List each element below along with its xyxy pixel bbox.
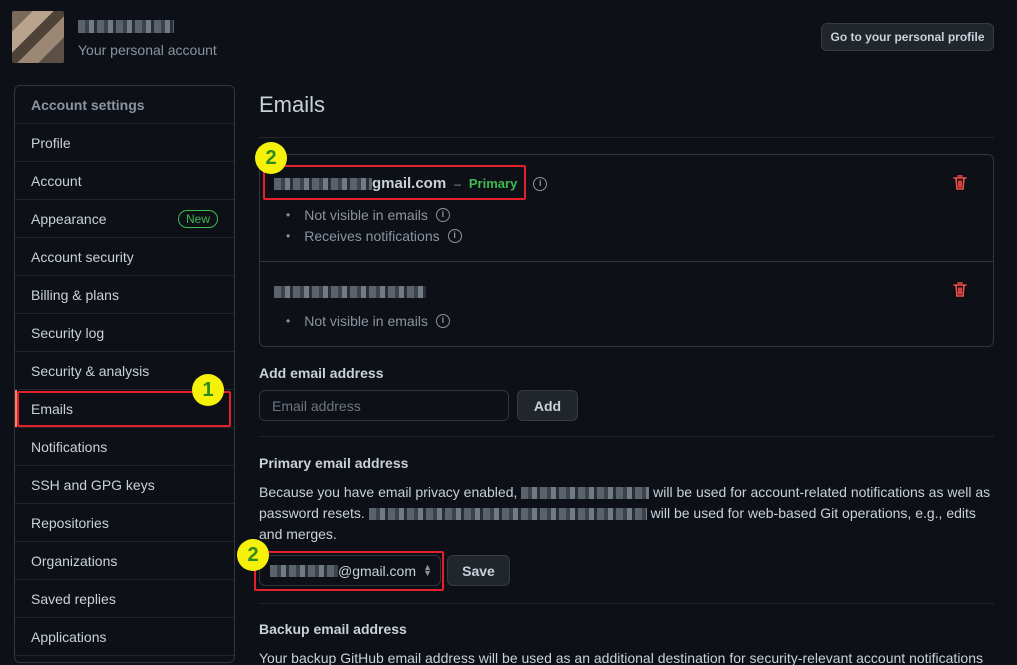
backup-email-label: Backup email address xyxy=(259,621,407,637)
list-item: Not visible in emailsi xyxy=(286,310,450,331)
sidebar-item-organizations[interactable]: Organizations xyxy=(15,542,234,580)
save-button[interactable]: Save xyxy=(447,555,510,586)
redacted-text xyxy=(368,508,647,521)
info-icon[interactable]: i xyxy=(447,228,462,243)
info-icon[interactable]: i xyxy=(435,207,450,222)
sidebar-item-ssh-gpg-keys[interactable]: SSH and GPG keys xyxy=(15,466,234,504)
list-item: Receives notificationsi xyxy=(286,225,462,246)
annotation-highlight-select xyxy=(254,551,444,591)
primary-email-label: Primary email address xyxy=(259,455,409,471)
trash-icon[interactable] xyxy=(953,282,967,298)
page-title: Emails xyxy=(259,92,326,117)
info-icon[interactable]: i xyxy=(533,176,548,191)
annotation-step-badge: 2 xyxy=(255,142,287,174)
sidebar-item-security-log[interactable]: Security log xyxy=(15,314,234,352)
account-subtitle: Your personal account xyxy=(78,42,217,58)
annotation-highlight-primary-email xyxy=(263,165,526,200)
sidebar-item-account[interactable]: Account xyxy=(15,162,234,200)
sidebar-item-billing[interactable]: Billing & plans xyxy=(15,276,234,314)
annotation-step-badge: 1 xyxy=(192,374,224,406)
email-input[interactable] xyxy=(259,390,509,421)
annotation-step-badge: 2 xyxy=(237,539,269,571)
sidebar-item-repositories[interactable]: Repositories xyxy=(15,504,234,542)
primary-email-description: Because you have email privacy enabled, … xyxy=(259,484,991,542)
backup-email-description: Your backup GitHub email address will be… xyxy=(259,650,984,665)
sidebar-item-notifications[interactable]: Notifications xyxy=(15,428,234,466)
add-button[interactable]: Add xyxy=(517,390,578,421)
add-email-label: Add email address xyxy=(259,365,384,381)
avatar[interactable] xyxy=(12,11,64,63)
info-icon[interactable]: i xyxy=(435,313,450,328)
account-name-redacted xyxy=(78,20,174,33)
divider xyxy=(259,137,994,138)
sidebar-item-account-security[interactable]: Account security xyxy=(15,238,234,276)
divider xyxy=(259,603,994,604)
sidebar-item-profile[interactable]: Profile xyxy=(15,124,234,162)
email-address-redacted xyxy=(274,286,426,298)
divider xyxy=(259,436,994,437)
sidebar-item-applications[interactable]: Applications xyxy=(15,618,234,656)
go-to-profile-button[interactable]: Go to your personal profile xyxy=(821,23,994,51)
new-badge: New xyxy=(177,209,218,228)
sidebar-item-saved-replies[interactable]: Saved replies xyxy=(15,580,234,618)
sidebar-item-appearance[interactable]: Appearance New xyxy=(15,200,234,238)
email-notes: Not visible in emailsi Receives notifica… xyxy=(286,204,462,246)
redacted-text xyxy=(521,487,650,500)
list-item: Not visible in emailsi xyxy=(286,204,462,225)
trash-icon[interactable] xyxy=(953,175,967,191)
email-entry-secondary: Not visible in emailsi xyxy=(260,261,993,347)
email-notes: Not visible in emailsi xyxy=(286,310,450,331)
sidebar-heading: Account settings xyxy=(15,86,234,124)
